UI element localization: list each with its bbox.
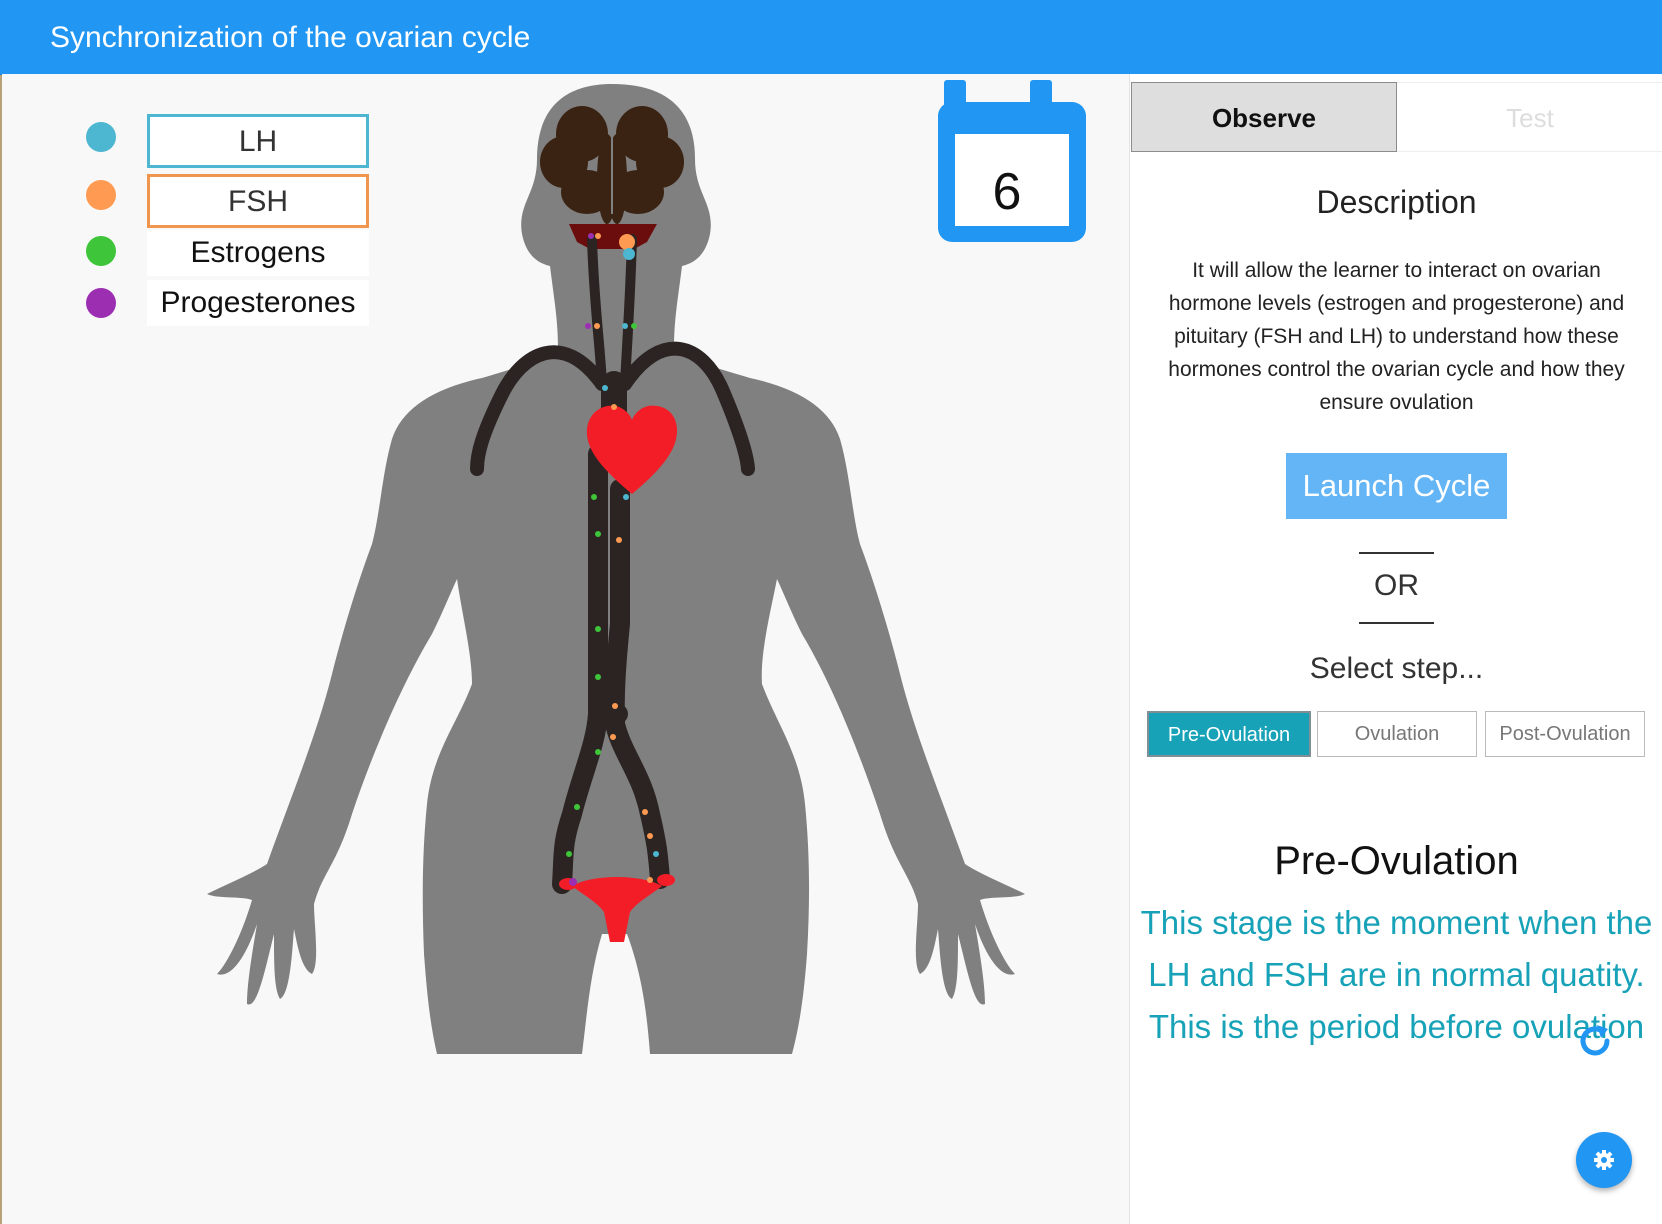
lh-toggle-button[interactable]: LH xyxy=(147,114,369,168)
lh-dot xyxy=(86,122,116,152)
or-divider-top xyxy=(1359,552,1434,554)
fsh-toggle-button[interactable]: FSH xyxy=(147,174,369,228)
gear-icon xyxy=(1594,1150,1614,1170)
settings-button[interactable] xyxy=(1576,1132,1632,1188)
launch-cycle-button[interactable]: Launch Cycle xyxy=(1286,453,1507,519)
refresh-icon[interactable] xyxy=(1573,1019,1617,1063)
app-header: Synchronization of the ovarian cycle xyxy=(0,0,1662,75)
estrogens-toggle-button[interactable]: Estrogens xyxy=(147,230,369,276)
control-panel: Observe Test Description It will allow t… xyxy=(1129,74,1662,1224)
fsh-dot xyxy=(86,180,116,210)
progesterones-dot xyxy=(86,288,116,318)
simulation-stage: LH FSH Estrogens Progesterones 6 xyxy=(2,74,1129,1224)
step-post-ovulation-button[interactable]: Post-Ovulation xyxy=(1485,711,1645,757)
app-title: Synchronization of the ovarian cycle xyxy=(50,21,531,54)
description-title: Description xyxy=(1316,184,1477,220)
step-pre-ovulation-button[interactable]: Pre-Ovulation xyxy=(1147,711,1311,757)
or-divider-bottom xyxy=(1359,622,1434,624)
progesterones-toggle-button[interactable]: Progesterones xyxy=(147,280,369,326)
description-text: It will allow the learner to interact on… xyxy=(1168,259,1625,414)
or-label: OR xyxy=(1374,569,1419,602)
tab-test[interactable]: Test xyxy=(1397,82,1662,152)
select-step-label: Select step... xyxy=(1309,652,1484,685)
tab-observe[interactable]: Observe xyxy=(1131,82,1397,152)
calendar-day: 6 xyxy=(992,163,1022,221)
stage-title: Pre-Ovulation xyxy=(1274,839,1519,883)
estrogens-dot xyxy=(86,236,116,266)
step-ovulation-button[interactable]: Ovulation xyxy=(1317,711,1477,757)
